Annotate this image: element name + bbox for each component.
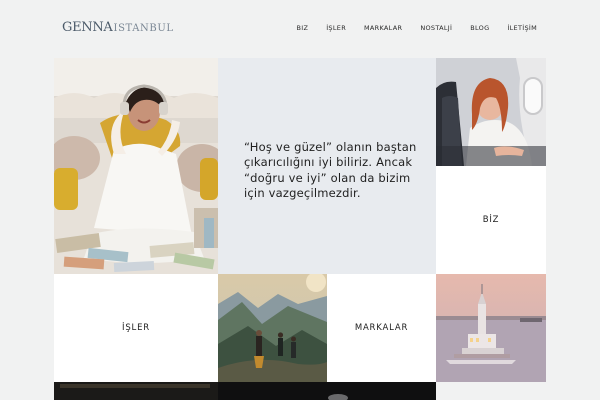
main-nav: BIZ İŞLER MARKALAR NOSTALJİ BLOG İLETİŞİ… xyxy=(278,24,537,32)
bottom-tile-left[interactable] xyxy=(54,382,218,400)
tile-biz[interactable]: BİZ xyxy=(436,166,546,274)
brand-logo-part1: GENNA xyxy=(62,20,113,35)
brand-logo-part2: ISTANBUL xyxy=(113,23,174,34)
hero-quote: “Hoş ve güzel” olanın baştan çıkarıcılığ… xyxy=(244,139,417,201)
quote-panel: “Hoş ve güzel” olanın baştan çıkarıcılığ… xyxy=(218,58,436,274)
maidens-tower-image xyxy=(436,274,546,382)
nav-item-blog[interactable]: BLOG xyxy=(470,24,489,32)
bottom-tile-right xyxy=(436,382,546,400)
mountain-hikers-photo[interactable] xyxy=(218,274,327,382)
tile-markalar-label: MARKALAR xyxy=(354,323,409,333)
tile-markalar[interactable]: MARKALAR xyxy=(327,274,436,382)
woman-headphones-image xyxy=(54,58,218,274)
tile-isler[interactable]: İŞLER xyxy=(54,274,218,382)
maidens-tower-photo[interactable] xyxy=(436,274,546,382)
tile-isler-label: İŞLER xyxy=(122,323,150,333)
tile-biz-label: BİZ xyxy=(482,215,500,225)
woman-headphones-photo[interactable] xyxy=(54,58,218,274)
nav-item-biz[interactable]: BIZ xyxy=(296,24,308,32)
airplane-passenger-image xyxy=(436,58,546,166)
brand-logo[interactable]: GENNA ISTANBUL xyxy=(62,20,174,40)
nav-item-nostalji[interactable]: NOSTALJİ xyxy=(420,24,452,32)
nav-item-markalar[interactable]: MARKALAR xyxy=(364,24,402,32)
bottom-tile-middle[interactable] xyxy=(218,382,436,400)
bottom-tile-left-image xyxy=(54,382,218,400)
mountain-hikers-image xyxy=(218,274,327,382)
airplane-passenger-photo[interactable] xyxy=(436,58,546,166)
bottom-tile-middle-image xyxy=(218,382,436,400)
nav-item-isler[interactable]: İŞLER xyxy=(326,24,346,32)
portfolio-grid: “Hoş ve güzel” olanın baştan çıkarıcılığ… xyxy=(54,58,546,400)
site-header: GENNA ISTANBUL BIZ İŞLER MARKALAR NOSTAL… xyxy=(0,0,600,58)
nav-item-iletisim[interactable]: İLETİŞİM xyxy=(507,24,537,32)
